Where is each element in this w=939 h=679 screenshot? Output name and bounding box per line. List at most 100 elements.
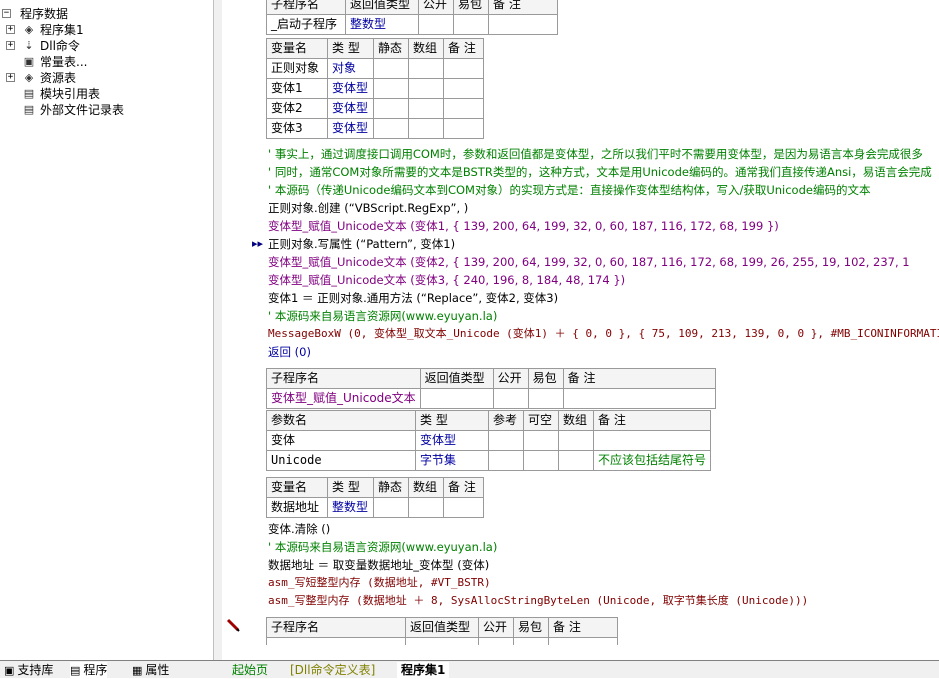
code-line[interactable]: 数据地址 ＝ 取变量数据地址_变体型 (变体) [268,556,489,574]
expand-icon[interactable]: + [6,25,15,34]
table-cell[interactable] [443,78,484,99]
code-comment[interactable]: ' 本源码来自易语言资源网(www.eyuyan.la) [268,538,497,556]
table-header: 返回值类型 [405,617,479,638]
code-line[interactable]: 变体型_赋值_Unicode文本 (变体3, { 240, 196, 8, 18… [268,271,625,289]
table-cell[interactable] [373,98,409,119]
table-cell[interactable]: 对象 [327,58,374,79]
panel-splitter[interactable] [213,0,222,660]
code-comment[interactable]: ' 本源码来自易语言资源网(www.eyuyan.la) [268,307,497,325]
table-cell[interactable]: 变体3 [266,118,328,139]
table-cell[interactable] [562,388,716,409]
code-line[interactable]: 正则对象.创建 (“VBScript.RegExp”, ) [268,199,468,217]
table-cell[interactable] [558,450,594,471]
table-cell[interactable] [488,430,524,451]
tab-dll-definitions[interactable]: [Dll命令定义表] [290,662,375,678]
tree-item-external-files[interactable]: ▤ 外部文件记录表 [0,102,212,118]
table-cell[interactable]: 变体型 [327,118,374,139]
current-line-arrow-icon: ▸▸ [252,237,264,250]
table-cell[interactable] [373,58,409,79]
resource-icon: ◈ [24,71,34,84]
table-cell[interactable] [523,430,559,451]
table-cell[interactable] [373,118,409,139]
table-cell[interactable]: 变体2 [266,98,328,119]
table-cell[interactable]: 字节集 [415,450,489,471]
table-cell[interactable]: 整数型 [327,497,374,518]
tree-item-dll-commands[interactable]: + ⇣ Dll命令 [0,38,212,54]
table-cell[interactable] [373,497,409,518]
code-line[interactable]: 返回 (0) [268,343,311,361]
table-cell[interactable]: 变体型_赋值_Unicode文本 [266,388,421,409]
code-line[interactable]: MessageBoxW (0, 变体型_取文本_Unicode (变体1) ＋ … [268,325,939,343]
table-cell[interactable] [443,118,484,139]
code-comment[interactable]: ' 事实上，通过调度接口调用COM时，参数和返回值都是变体型，之所以我们平时不需… [268,145,923,163]
table-cell[interactable] [523,450,559,471]
table-cell[interactable] [443,98,484,119]
subroutine-table: 子程序名 返回值类型 公开 易包 备 注 变体型_赋值_Unicode文本 [266,368,716,409]
table-cell[interactable]: 变体型 [415,430,489,451]
table-cell[interactable]: _启动子程序 [266,14,346,35]
code-line[interactable]: 变体型_赋值_Unicode文本 (变体2, { 139, 200, 64, 1… [268,253,910,271]
code-line[interactable]: 变体1 ＝ 正则对象.通用方法 (“Replace”, 变体2, 变体3) [268,289,558,307]
code-comment[interactable]: ' 同时，通常COM对象所需要的文本是BSTR类型的，这种方式，文本是用Unic… [268,163,932,181]
tree-item-assembly[interactable]: + ◈ 程序集1 [0,22,212,38]
table-cell[interactable]: Unicode [266,450,416,471]
pencil-icon [226,618,240,632]
tree-item-label: 程序数据 [20,7,69,21]
tree-item-module-refs[interactable]: ▤ 模块引用表 [0,86,212,102]
code-line[interactable]: 正则对象.写属性 (“Pattern”, 变体1) [268,235,455,253]
table-cell[interactable] [453,14,489,35]
tree-item-constants[interactable]: ▣ 常量表... [0,54,212,70]
table-cell[interactable]: 变体1 [266,78,328,99]
database-icon: ▣ [23,55,35,68]
table-cell[interactable] [558,430,594,451]
table-cell[interactable] [488,14,558,35]
table-header: 备 注 [488,0,558,15]
table-header: 数组 [558,410,594,431]
table-cell[interactable]: 不应该包括结尾符号 [592,450,712,471]
table-cell[interactable] [418,14,454,35]
table-cell[interactable]: 变体型 [327,98,374,119]
table-cell[interactable] [408,78,444,99]
table-cell[interactable] [408,58,444,79]
table-cell[interactable] [443,58,484,79]
tab-start-page[interactable]: 起始页 [232,662,268,678]
table-cell[interactable]: 数据地址 [266,497,328,518]
table-header: 公开 [492,368,529,389]
table-cell[interactable] [419,388,494,409]
table-header: 变量名 [266,38,328,59]
code-editor[interactable]: 子程序名 返回值类型 公开 易包 备 注 _启动子程序 整数型 变量名 类 型 … [264,0,939,645]
table-cell[interactable] [592,430,712,451]
tab-support-library[interactable]: ▣ 支持库 [4,662,53,678]
expand-icon[interactable]: + [6,73,15,82]
code-line[interactable]: asm_写短整型内存 (数据地址, #VT_BSTR) [268,574,491,592]
code-comment[interactable]: ' 本源码（传递Unicode编码文本到COM对象）的实现方式是：直接操作变体型… [268,181,870,199]
tab-assembly-1[interactable]: 程序集1 [397,662,450,678]
collapse-icon[interactable]: − [2,9,11,18]
tab-properties[interactable]: ▦ 属性 [132,662,169,678]
table-cell[interactable]: 正则对象 [266,58,328,79]
code-line[interactable]: 变体型_赋值_Unicode文本 (变体1, { 139, 200, 64, 1… [268,217,779,235]
tree-item-resources[interactable]: + ◈ 资源表 [0,70,212,86]
table-cell[interactable] [527,388,564,409]
table-cell[interactable] [488,450,524,471]
table-header: 静态 [373,38,409,59]
table-cell[interactable] [492,388,529,409]
tab-program[interactable]: ▤ 程序 [70,662,108,678]
table-cell[interactable]: 整数型 [345,14,419,35]
code-line[interactable]: asm_写整型内存 (数据地址 ＋ 8, SysAllocStringByteL… [268,592,808,610]
table-cell[interactable] [373,78,409,99]
table-header: 参数名 [266,410,416,431]
subroutine-table: 子程序名 返回值类型 公开 易包 备 注 _启动子程序 整数型 [266,0,558,35]
table-cell[interactable] [408,497,444,518]
expand-icon[interactable]: + [6,41,15,50]
variable-table: 变量名 类 型 静态 数组 备 注 数据地址 整数型 [266,477,484,518]
table-cell[interactable]: 变体 [266,430,416,451]
table-cell[interactable]: 变体型 [327,78,374,99]
tree-item-program-data[interactable]: − 程序数据 [0,6,212,22]
table-cell[interactable] [408,118,444,139]
tree-item-label: 模块引用表 [40,87,101,101]
table-cell[interactable] [443,497,484,518]
table-cell[interactable] [408,98,444,119]
tab-label: [Dll命令定义表] [290,663,376,677]
code-line[interactable]: 变体.清除 () [268,520,330,538]
